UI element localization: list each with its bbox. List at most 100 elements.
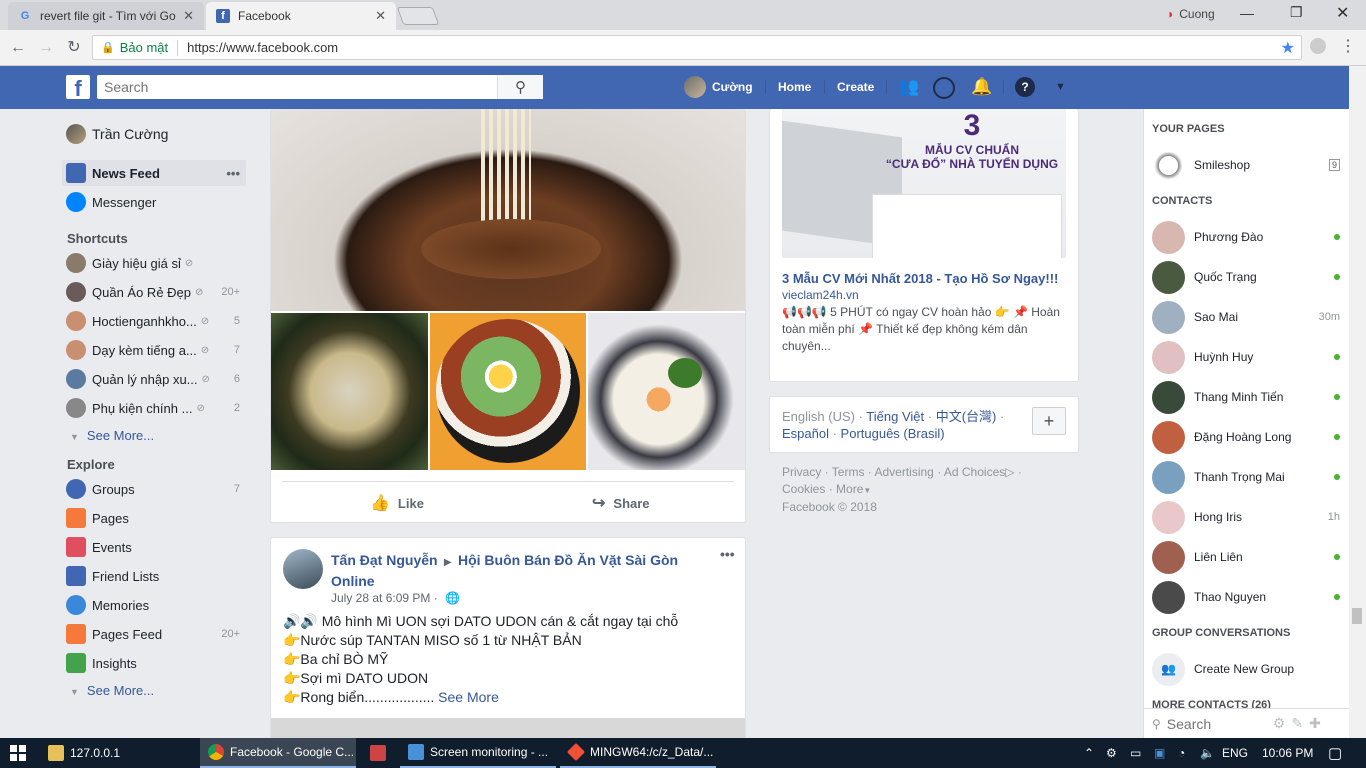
notifications-icon[interactable]: 🔔 <box>971 76 992 98</box>
maximize-icon[interactable]: ❐ <box>1290 4 1303 21</box>
contact-item[interactable]: Liên Liên <box>1152 539 1340 575</box>
taskbar-item[interactable] <box>362 738 396 768</box>
contact-item[interactable]: Sao Mai 30m <box>1152 299 1340 335</box>
extension-icon[interactable] <box>1310 38 1326 54</box>
search-button[interactable]: ⚲ <box>497 75 543 99</box>
footer-link[interactable]: Ad Choices <box>944 465 1005 479</box>
help-icon[interactable]: ? <box>1015 77 1035 97</box>
gear-icon[interactable]: ⚙ <box>1273 715 1286 732</box>
action-center-icon[interactable]: ▢ <box>1320 738 1342 768</box>
ad-image[interactable]: 3 MẪU CV CHUẨN “CƯA ĐỔ” NHÀ TUYỂN DỤNG <box>782 109 1066 258</box>
sidebar-item-messenger[interactable]: Messenger <box>62 189 246 215</box>
taskbar-item[interactable]: Screen monitoring - ... <box>400 738 556 768</box>
explore-item[interactable]: Friend Lists <box>62 563 246 589</box>
footer-link[interactable]: Privacy <box>782 465 821 479</box>
tray-battery-icon[interactable]: ▭ <box>1122 738 1141 768</box>
back-icon[interactable]: ← <box>8 38 28 58</box>
avatar[interactable] <box>283 549 323 589</box>
sidebar-item-news-feed[interactable]: News Feed ••• <box>62 160 246 186</box>
shortcut-item[interactable]: Dạy kèm tiếng a... ⊘ 7 <box>62 337 246 363</box>
tray-chevron-icon[interactable]: ⌃ <box>1076 738 1094 768</box>
clock[interactable]: 10:06 PM <box>1254 738 1313 768</box>
post-image-thumb[interactable] <box>588 313 745 470</box>
post-image-main[interactable] <box>271 109 745 311</box>
see-more-shortcuts[interactable]: ▼ See More... <box>70 428 154 443</box>
explore-item[interactable]: Pages Feed 20+ <box>62 621 246 647</box>
share-button[interactable]: ↪ Share <box>592 492 650 514</box>
wifi-icon[interactable]: ◔ <box>1170 738 1185 768</box>
close-icon[interactable]: ✕ <box>183 8 194 24</box>
like-button[interactable]: 👍 Like <box>370 492 424 514</box>
taskbar-item[interactable]: MINGW64:/c/z_Data/... <box>560 738 716 768</box>
tray-antivirus-icon[interactable]: ⚙ <box>1098 738 1117 768</box>
shortcut-item[interactable]: Hoctienganhkho... ⊘ 5 <box>62 308 246 334</box>
secure-indicator[interactable]: 🔒 Bảo mật <box>101 40 168 55</box>
language-option[interactable]: Español <box>782 426 829 441</box>
volume-icon[interactable]: 🔈 <box>1192 738 1215 768</box>
explore-item[interactable]: Groups 7 <box>62 476 246 502</box>
see-more-explore[interactable]: ▼ See More... <box>70 683 154 698</box>
windows-start-icon[interactable] <box>10 745 26 761</box>
reload-icon[interactable]: ↻ <box>64 38 84 58</box>
menu-icon[interactable]: ⋮ <box>1340 36 1356 56</box>
explore-item[interactable]: Memories <box>62 592 246 618</box>
create-group-button[interactable]: 👥 Create New Group <box>1152 651 1340 687</box>
contact-item[interactable]: Thang Minh Tiến <box>1152 379 1340 415</box>
shortcut-item[interactable]: Giày hiệu giá sỉ ⊘ <box>62 250 246 276</box>
account-menu-icon[interactable]: ▼ <box>1055 76 1066 98</box>
scrollbar-thumb[interactable] <box>1352 608 1362 624</box>
ad-title[interactable]: 3 Mẫu CV Mới Nhất 2018 - Tạo Hồ Sơ Ngay!… <box>782 271 1066 286</box>
shortcut-item[interactable]: Quần Áo Rẻ Đẹp ⊘ 20+ <box>62 279 246 305</box>
profile-link[interactable]: Cường <box>684 76 753 98</box>
explore-item[interactable]: Events <box>62 534 246 560</box>
footer-link[interactable]: Advertising <box>874 465 933 479</box>
new-group-icon[interactable]: ✚ <box>1309 715 1321 732</box>
ad-domain[interactable]: vieclam24h.vn <box>782 288 859 302</box>
taskbar-item[interactable]: 127.0.0.1 <box>40 738 200 768</box>
language-option[interactable]: 中文(台灣) <box>936 409 997 424</box>
shortcut-item[interactable]: Quản lý nhập xu... ⊘ 6 <box>62 366 246 392</box>
shortcut-item[interactable]: Phụ kiện chính ... ⊘ 2 <box>62 395 246 421</box>
see-more-link[interactable]: See More <box>438 689 499 705</box>
contact-item[interactable]: Thanh Trọng Mai <box>1152 459 1340 495</box>
search-input[interactable] <box>97 76 497 98</box>
contact-item[interactable]: Quốc Trạng <box>1152 259 1340 295</box>
friend-requests-icon[interactable]: 👥 <box>898 76 919 98</box>
window-close-icon[interactable]: ✕ <box>1336 3 1349 23</box>
bookmark-star-icon[interactable]: ★ <box>1281 38 1295 58</box>
post-options-icon[interactable]: ••• <box>720 546 735 562</box>
close-icon[interactable]: ✕ <box>375 8 386 24</box>
forward-icon[interactable]: → <box>36 38 56 58</box>
post-image-partial[interactable] <box>271 718 745 738</box>
chat-search-input[interactable] <box>1166 715 1267 732</box>
post-image-thumb[interactable] <box>430 313 586 470</box>
facebook-logo[interactable]: f <box>66 75 90 101</box>
contact-item[interactable]: Đặng Hoàng Long <box>1152 419 1340 455</box>
add-language-button[interactable]: + <box>1032 407 1066 435</box>
tray-app-icon[interactable]: ▣ <box>1146 738 1165 768</box>
post-time[interactable]: July 28 at 6:09 PM · <box>331 591 438 605</box>
contact-item[interactable]: Hong Iris 1h <box>1152 499 1340 535</box>
tab-facebook[interactable]: f Facebook ✕ <box>206 2 396 30</box>
explore-item[interactable]: Insights <box>62 650 246 676</box>
tab-google-search[interactable]: G revert file git - Tìm với Go ✕ <box>8 2 204 30</box>
footer-link[interactable]: More <box>836 482 863 496</box>
scrollbar[interactable] <box>1349 66 1366 738</box>
profile-badge[interactable]: ◑ Cuong <box>1166 7 1215 21</box>
language-option[interactable]: Tiếng Việt <box>866 409 924 424</box>
page-item[interactable]: Smileshop 9 <box>1152 147 1340 183</box>
contact-item[interactable]: Thao Nguyen <box>1152 579 1340 615</box>
footer-link[interactable]: Cookies <box>782 482 825 496</box>
taskbar-item-active[interactable]: Facebook - Google C... <box>200 738 356 768</box>
profile-shortcut[interactable]: Trần Cường <box>62 121 246 147</box>
post-image-thumb[interactable] <box>271 313 428 470</box>
address-bar[interactable]: 🔒 Bảo mật https://www.facebook.com ★ <box>92 35 1302 60</box>
home-link[interactable]: Home <box>778 76 811 98</box>
new-tab-button[interactable] <box>396 7 440 25</box>
contact-item[interactable]: Phương Đào <box>1152 219 1340 255</box>
more-options-icon[interactable]: ••• <box>226 166 246 181</box>
explore-item[interactable]: Pages <box>62 505 246 531</box>
language-indicator[interactable]: ENG <box>1214 738 1248 768</box>
create-link[interactable]: Create <box>837 76 874 98</box>
language-option[interactable]: Português (Brasil) <box>841 426 945 441</box>
